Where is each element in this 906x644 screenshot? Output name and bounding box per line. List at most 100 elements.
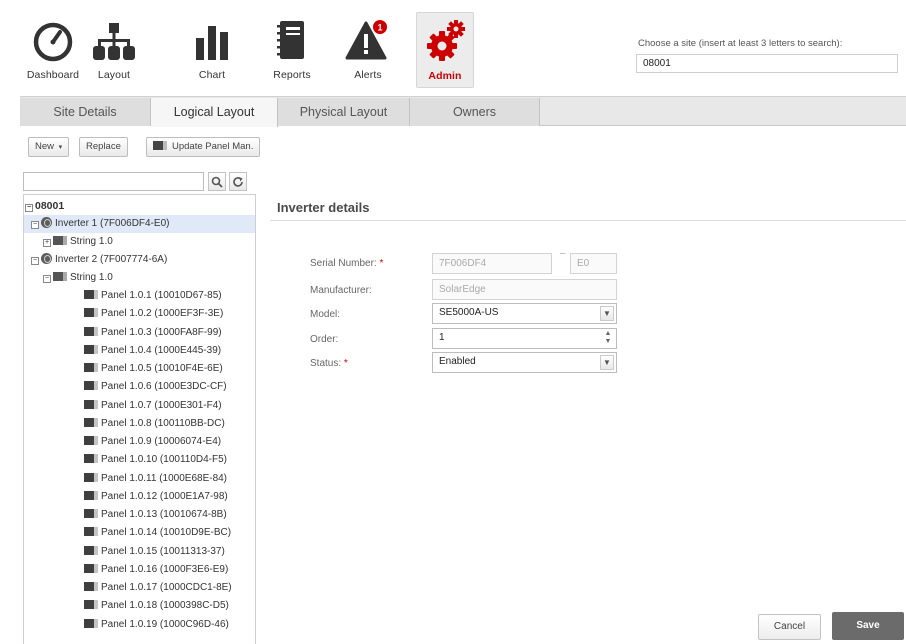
tree-node-panel[interactable]: Panel 1.0.8 (100110BB-DC)	[84, 415, 225, 433]
panel-icon	[84, 381, 98, 391]
panel-icon	[84, 618, 98, 628]
tab-site-details[interactable]: Site Details	[20, 98, 151, 126]
tree-node-label: String 1.0	[70, 272, 113, 283]
tree-node-panel[interactable]: Panel 1.0.13 (10010674-8B)	[84, 506, 227, 524]
tree-node-panel[interactable]: Panel 1.0.7 (1000E301-F4)	[84, 397, 222, 415]
tree-node-panel[interactable]: Panel 1.0.5 (10010F4E-6E)	[84, 360, 223, 378]
tree-node-label: String 1.0	[70, 236, 113, 247]
panel-icon	[84, 509, 98, 518]
tree-node-panel[interactable]: Panel 1.0.17 (1000CDC1-8E)	[84, 579, 232, 597]
panel-icon	[84, 290, 98, 299]
new-button[interactable]: New ▾	[28, 137, 70, 157]
tree-node-inverter-2[interactable]: − Inverter 2 (7F007774-6A)	[31, 251, 167, 269]
tree-node-panel[interactable]: Panel 1.0.4 (1000E445-39)	[84, 342, 221, 360]
serial-suffix-field[interactable]	[570, 253, 617, 274]
site-search-input[interactable]	[636, 54, 898, 73]
alerts-badge-count: 1	[377, 23, 382, 33]
tree-node-panel[interactable]: Panel 1.0.6 (1000E3DC-CF)	[84, 378, 227, 396]
tree-node-panel[interactable]: Panel 1.0.2 (1000EF3F-3E)	[84, 305, 223, 323]
panel-icon	[153, 141, 167, 150]
panel-icon	[84, 490, 98, 500]
chevron-down-icon: ▼	[600, 306, 614, 321]
tree-node-panel[interactable]: Panel 1.0.19 (1000C96D-46)	[84, 616, 229, 634]
nav-admin[interactable]: Admin	[416, 12, 474, 88]
nav-alerts[interactable]: 1 Alerts	[339, 12, 397, 88]
inverter-icon	[41, 217, 52, 228]
tree-node-label: Panel 1.0.9 (10006074-E4)	[101, 436, 222, 447]
panel-icon	[84, 472, 98, 482]
panel-icon	[84, 363, 98, 372]
tree-search-button[interactable]	[208, 172, 226, 191]
serial-number-label-text: Serial Number:	[310, 258, 377, 269]
tree-refresh-button[interactable]	[229, 172, 247, 191]
panel-icon	[84, 563, 98, 573]
tree-node-label: Panel 1.0.15 (10011313-37)	[101, 545, 225, 557]
tree-node-panel[interactable]: Panel 1.0.9 (10006074-E4)	[84, 433, 221, 451]
tree-node-label: Panel 1.0.16 (1000F3E6-E9)	[101, 563, 229, 575]
panel-icon	[84, 582, 98, 591]
serial-number-label: Serial Number: *	[310, 258, 383, 269]
tree-node-panel[interactable]: Panel 1.0.3 (1000FA8F-99)	[84, 324, 222, 342]
tree-node-panel[interactable]: Panel 1.0.10 (100110D4-F5)	[84, 451, 227, 469]
tree-node-site[interactable]: −08001	[25, 197, 64, 215]
model-select[interactable]: SE5000A-US ▼	[432, 303, 617, 324]
replace-button[interactable]: Replace	[79, 137, 128, 157]
manufacturer-label: Manufacturer:	[310, 285, 372, 296]
collapse-icon[interactable]: −	[25, 204, 33, 212]
search-icon	[211, 176, 223, 188]
nav-reports[interactable]: Reports	[263, 12, 321, 88]
serial-number-field[interactable]	[432, 253, 552, 274]
panel-icon	[84, 454, 98, 464]
panel-icon	[84, 326, 98, 336]
details-title: Inverter details	[277, 200, 370, 215]
tree-node-label: Panel 1.0.6 (1000E3DC-CF)	[101, 381, 227, 393]
tree-node-panel[interactable]: Panel 1.0.1 (10010D67-85)	[84, 287, 222, 305]
collapse-icon[interactable]: −	[31, 221, 39, 229]
tree-search-input[interactable]	[23, 172, 204, 191]
status-select-value: Enabled	[439, 356, 476, 367]
tab-logical-layout[interactable]: Logical Layout	[151, 98, 278, 127]
cancel-button[interactable]: Cancel	[758, 614, 821, 640]
nav-dashboard[interactable]: Dashboard	[24, 12, 82, 88]
order-value: 1	[439, 332, 445, 343]
required-mark: *	[379, 258, 384, 269]
tree-node-panel[interactable]: Panel 1.0.14 (10010D9E-BC)	[84, 524, 231, 542]
alert-triangle-icon: 1	[345, 20, 387, 60]
tree-node-string[interactable]: − String 1.0	[43, 269, 113, 287]
tree-node-panel[interactable]: Panel 1.0.16 (1000F3E6-E9)	[84, 561, 228, 579]
tree-node-label: Panel 1.0.18 (1000398C-D5)	[101, 600, 229, 612]
site-search-label: Choose a site (insert at least 3 letters…	[638, 38, 843, 49]
tree-node-label: Inverter 1 (7F006DF4-E0)	[55, 218, 170, 229]
tree-node-label: Panel 1.0.14 (10010D9E-BC)	[101, 527, 232, 539]
save-button[interactable]: Save	[832, 612, 904, 640]
tab-physical-layout[interactable]: Physical Layout	[278, 98, 410, 126]
tree-node-panel[interactable]: Panel 1.0.12 (1000E1A7-98)	[84, 488, 228, 506]
layout-hierarchy-icon	[93, 23, 135, 60]
collapse-icon[interactable]: −	[31, 257, 39, 265]
panel-icon	[84, 436, 98, 445]
tree-node-inverter-1[interactable]: − Inverter 1 (7F006DF4-E0)	[24, 215, 255, 233]
layout-tree: −08001 − Inverter 1 (7F006DF4-E0) + String…	[23, 194, 256, 644]
spinner-arrows-icon[interactable]: ▲ ▼	[602, 330, 614, 347]
expand-icon[interactable]: +	[43, 239, 51, 247]
panel-icon	[84, 308, 98, 318]
status-label: Status: *	[310, 358, 348, 369]
collapse-icon[interactable]: −	[43, 275, 51, 283]
panel-icon	[84, 417, 98, 427]
status-select[interactable]: Enabled ▼	[432, 352, 617, 373]
tree-node-panel[interactable]: Panel 1.0.18 (1000398C-D5)	[84, 597, 229, 615]
manufacturer-field[interactable]	[432, 279, 617, 300]
tab-owners[interactable]: Owners	[410, 98, 540, 126]
tree-node-label: Panel 1.0.1 (10010D67-85)	[101, 290, 222, 301]
tree-node-panel[interactable]: Panel 1.0.15 (10011313-37)	[84, 543, 225, 561]
serial-separator: –	[560, 248, 566, 259]
model-label: Model:	[310, 309, 341, 320]
nav-layout[interactable]: Layout	[85, 12, 143, 88]
tree-node-panel[interactable]: Panel 1.0.11 (1000E68E-84)	[84, 470, 227, 488]
nav-chart[interactable]: Chart	[183, 12, 241, 88]
order-stepper[interactable]: 1 ▲ ▼	[432, 328, 617, 349]
update-panel-man-button[interactable]: Update Panel Man.	[146, 137, 261, 157]
order-label: Order:	[310, 334, 339, 345]
model-select-value: SE5000A-US	[439, 307, 499, 318]
tree-node-string[interactable]: + String 1.0	[43, 233, 113, 251]
